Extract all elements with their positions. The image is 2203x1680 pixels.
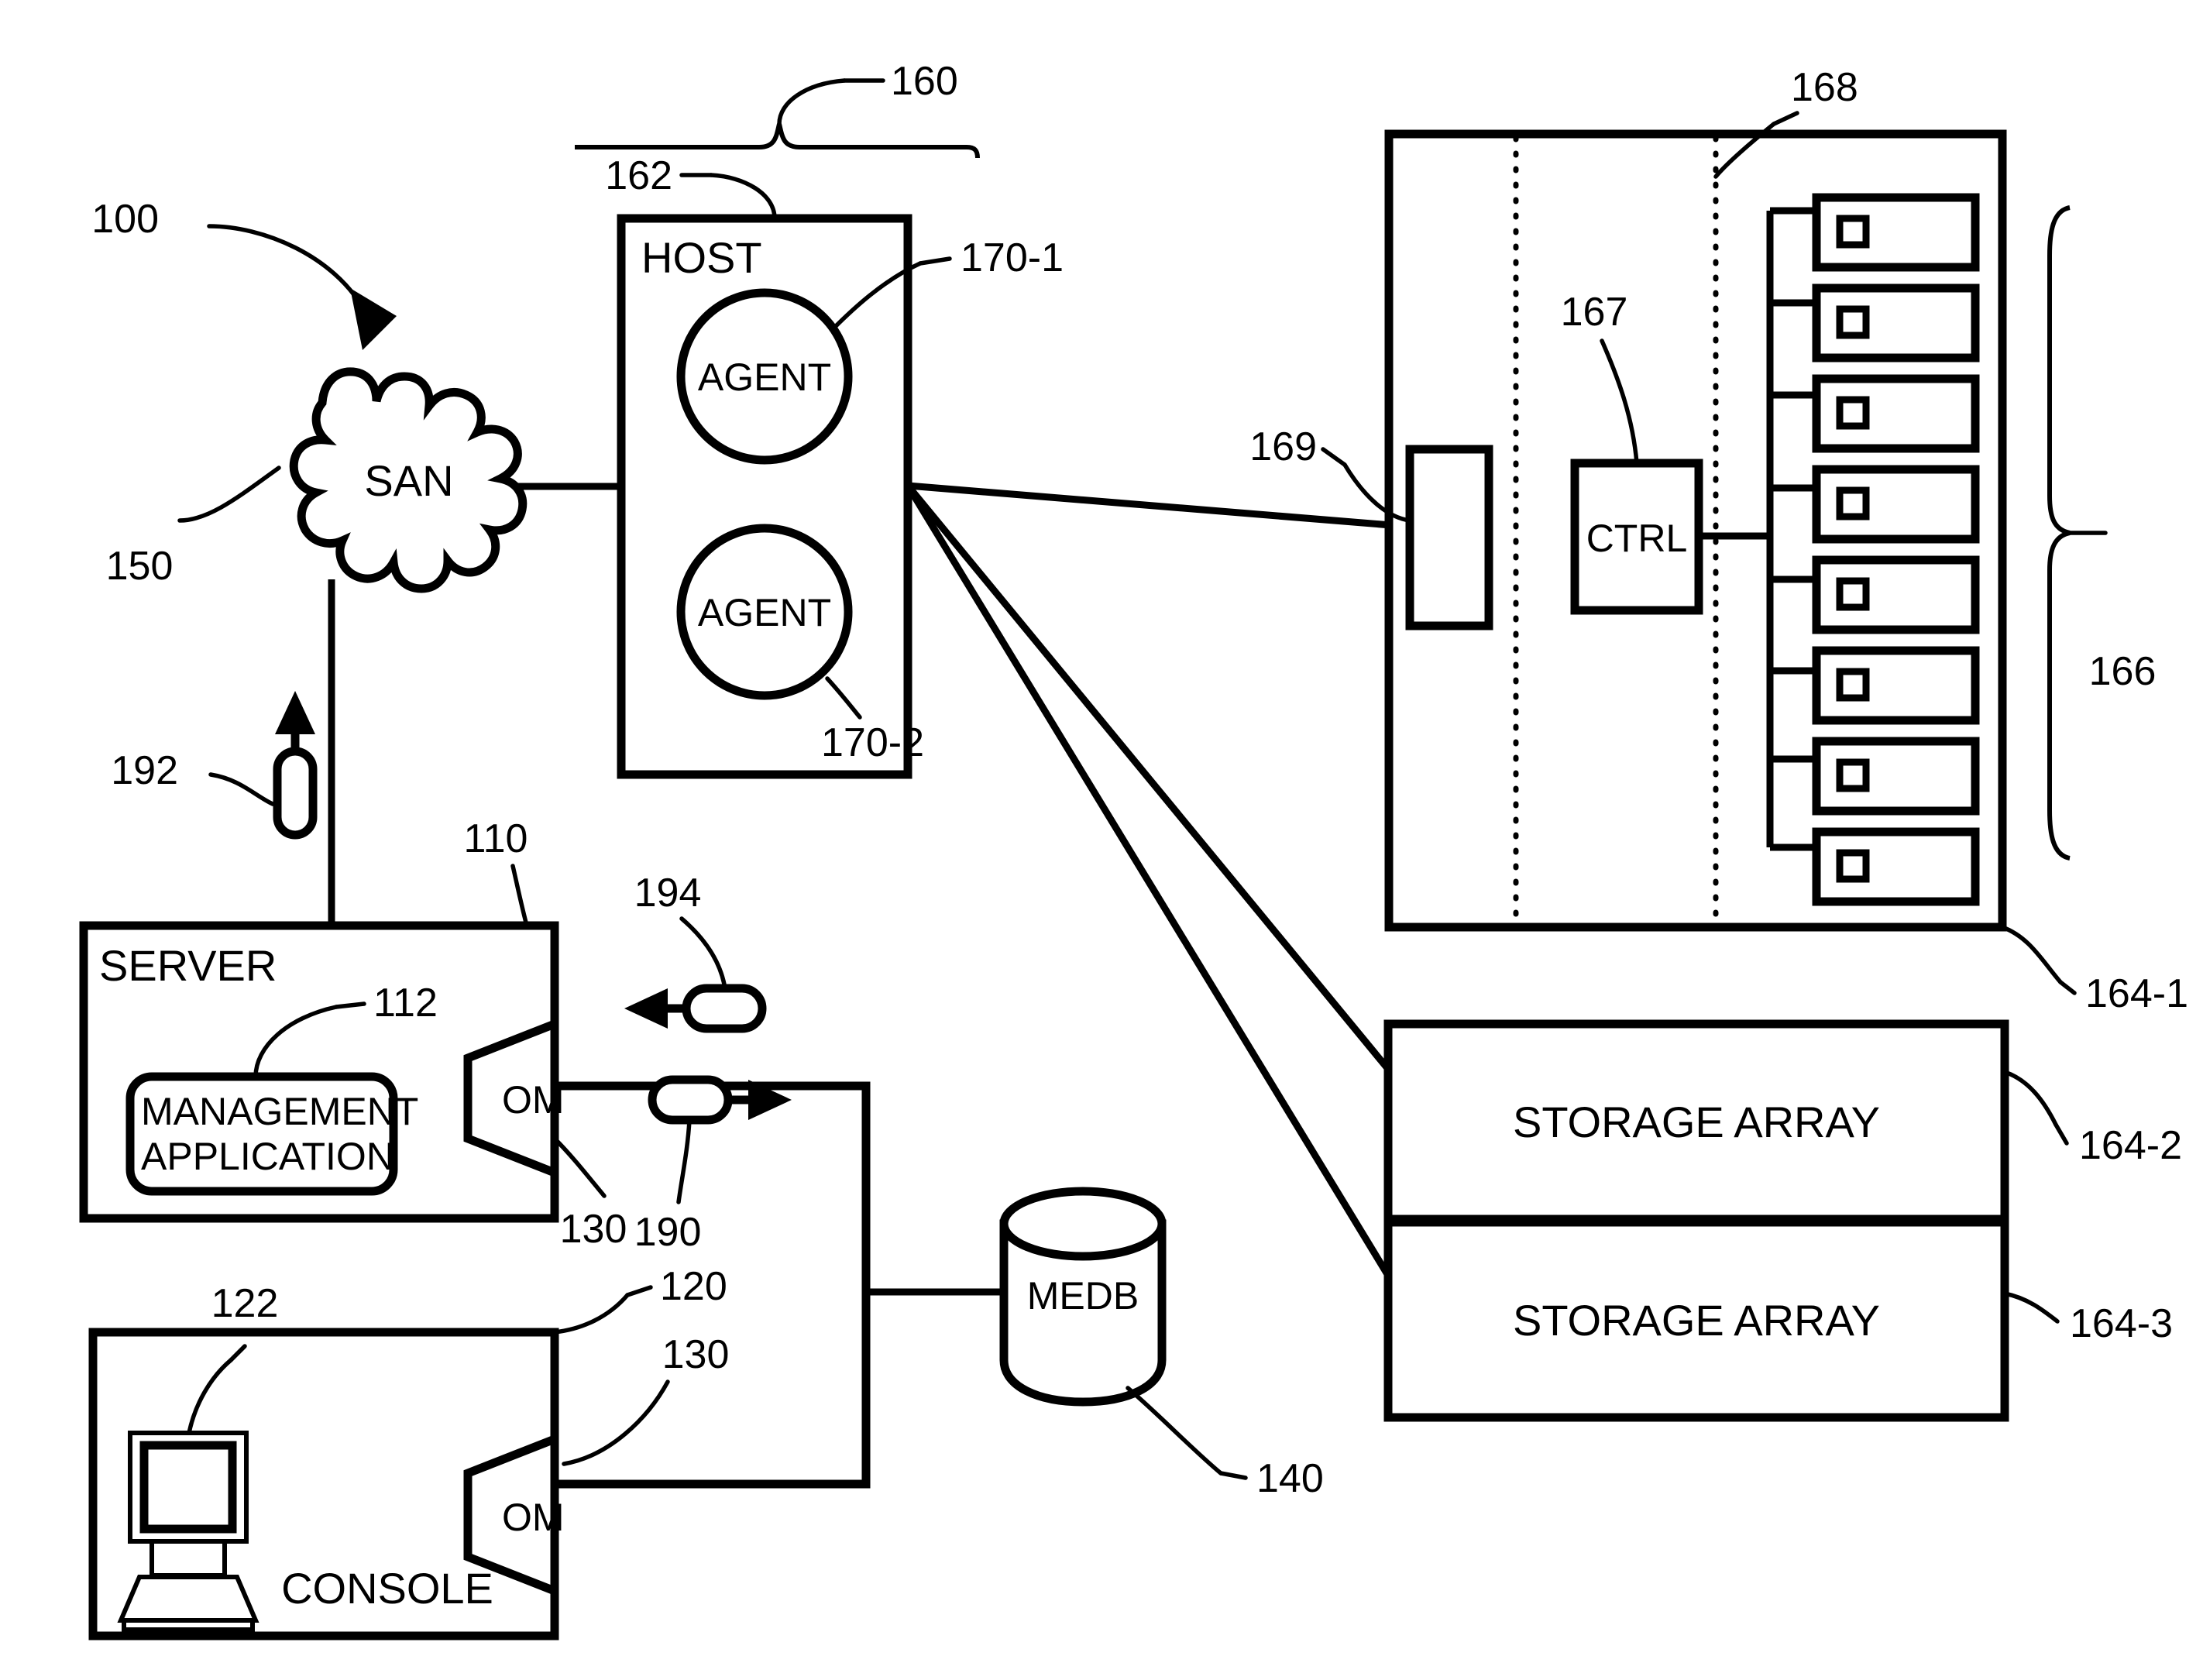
ref-150: 150 bbox=[106, 544, 174, 589]
server-label: SERVER bbox=[99, 941, 277, 990]
array-port-169[interactable] bbox=[1405, 445, 1493, 630]
disk-led-1 bbox=[1836, 215, 1870, 249]
mgmt-app-line1: MANAGEMENT bbox=[141, 1090, 418, 1133]
message-190: 190 bbox=[634, 1075, 792, 1255]
ref-130-server: 130 bbox=[560, 1207, 627, 1252]
ref-169: 169 bbox=[1249, 424, 1317, 469]
ref-100: 100 bbox=[91, 197, 159, 242]
ctrl-label: CTRL bbox=[1586, 517, 1688, 560]
ref-112: 112 bbox=[373, 981, 438, 1026]
ref-120: 120 bbox=[660, 1264, 727, 1309]
san-label: SAN bbox=[364, 456, 453, 505]
message-pill-194 bbox=[682, 984, 767, 1033]
disk-led-2 bbox=[1836, 305, 1870, 339]
message-pill-190 bbox=[648, 1075, 733, 1125]
patent-figure-canvas: 100 SAN 150 192 160 HOST 162 AGENT 170-1… bbox=[0, 0, 2203, 1680]
host-array-links bbox=[905, 482, 1411, 1288]
system-ref-callout: 100 bbox=[91, 197, 397, 350]
medb-label: MEDB bbox=[1027, 1274, 1139, 1318]
ref-130-console: 130 bbox=[662, 1332, 730, 1377]
message-192: 192 bbox=[111, 691, 318, 840]
message-pill-192 bbox=[273, 747, 318, 840]
san-network-node[interactable]: SAN 150 bbox=[106, 367, 528, 593]
medb-database[interactable]: MEDB 140 bbox=[866, 1187, 1324, 1501]
disk-led-7 bbox=[1836, 758, 1870, 792]
host-group-brace: 160 bbox=[575, 59, 980, 159]
ref-170-1: 170-1 bbox=[961, 235, 1064, 280]
medb-cylinder-top bbox=[999, 1187, 1167, 1261]
ref-160: 160 bbox=[891, 59, 958, 104]
ref-122: 122 bbox=[211, 1281, 279, 1326]
console-label: CONSOLE bbox=[281, 1564, 493, 1613]
mgmt-app-line2: APPLICATION bbox=[141, 1135, 394, 1178]
disk-led-3 bbox=[1836, 396, 1870, 430]
disk-led-5 bbox=[1836, 577, 1870, 611]
disk-led-6 bbox=[1836, 668, 1870, 702]
console-box[interactable]: CONSOLE 122 OM 120 130 bbox=[88, 1264, 730, 1640]
ref-166: 166 bbox=[2089, 649, 2157, 694]
ref-164-3: 164-3 bbox=[2070, 1301, 2173, 1346]
ref-167: 167 bbox=[1561, 290, 1628, 335]
ref-168: 168 bbox=[1791, 65, 1858, 110]
ref-164-1: 164-1 bbox=[2085, 971, 2188, 1016]
ref-194: 194 bbox=[634, 871, 702, 916]
storage-array-3-label: STORAGE ARRAY bbox=[1513, 1296, 1880, 1345]
console-om-label: OM bbox=[502, 1496, 565, 1539]
message-194: 194 bbox=[624, 871, 767, 1033]
storage-array-164-3[interactable]: STORAGE ARRAY 164-3 bbox=[1383, 1218, 2173, 1422]
ref-110: 110 bbox=[464, 816, 528, 861]
storage-array-2-label: STORAGE ARRAY bbox=[1513, 1098, 1880, 1146]
disk-led-4 bbox=[1836, 486, 1870, 520]
ref-140: 140 bbox=[1256, 1456, 1324, 1501]
host-label: HOST bbox=[641, 233, 762, 282]
ref-170-2: 170-2 bbox=[821, 720, 924, 765]
diagram-svg: 100 SAN 150 192 160 HOST 162 AGENT 170-1… bbox=[79, 59, 2188, 1640]
agent-1-label: AGENT bbox=[698, 356, 831, 399]
ref-192: 192 bbox=[111, 748, 178, 793]
storage-array-164-2[interactable]: STORAGE ARRAY 164-2 bbox=[1383, 1019, 2182, 1224]
server-box[interactable]: SERVER MANAGEMENT APPLICATION 112 OM 110… bbox=[79, 816, 627, 1252]
computer-monitor-icon bbox=[117, 1431, 259, 1632]
disk-led-8 bbox=[1836, 849, 1870, 883]
ref-164-2: 164-2 bbox=[2079, 1123, 2182, 1168]
ref-162: 162 bbox=[605, 153, 672, 198]
storage-array-164-1[interactable]: 168 169 CTRL 167 166 164-1 bbox=[1249, 65, 2188, 1016]
ref-190: 190 bbox=[634, 1210, 702, 1255]
agent-2-label: AGENT bbox=[698, 591, 831, 634]
